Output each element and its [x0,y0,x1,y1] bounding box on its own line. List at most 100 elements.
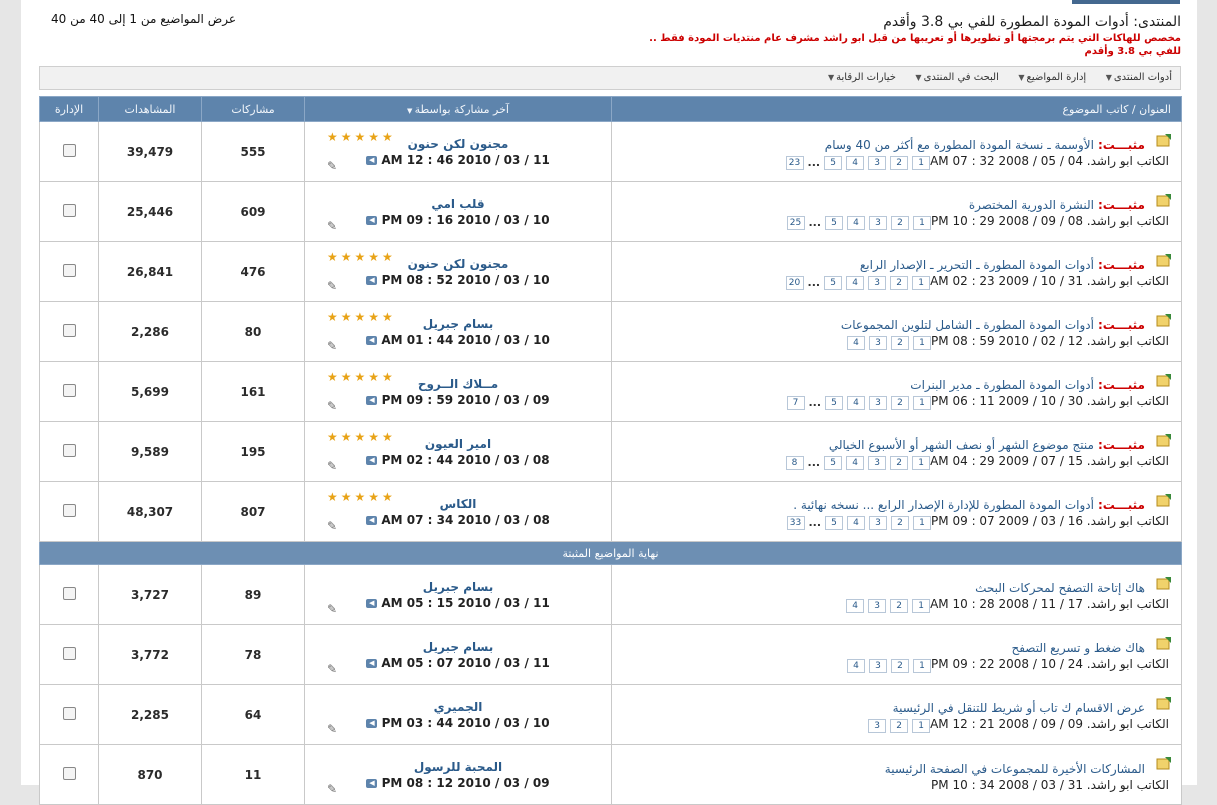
page-link[interactable]: 20 [785,275,804,290]
page-link[interactable]: 3 [869,215,888,230]
page-link[interactable]: 2 [890,455,909,470]
page-link[interactable]: 1 [912,718,931,733]
thread-title-link[interactable]: المشاركات الأخيرة للمجموعات في الصفحة ال… [885,762,1145,776]
page-link[interactable]: 4 [847,658,866,673]
page-link[interactable]: 3 [869,335,888,350]
page-link[interactable]: 3 [869,515,888,530]
page-link[interactable]: 4 [847,335,866,350]
thread-management-menu[interactable]: إدارة المواضيع▼ [1010,72,1094,83]
select-checkbox[interactable] [62,503,76,517]
last-post-cell: ★★★★★ ✎ بسام جبريل 10 / 03 / 2010 44 : 0… [304,301,612,362]
page-link[interactable]: 5 [825,215,844,230]
page-link[interactable]: 8 [785,455,804,470]
col-title-header[interactable]: العنوان / كاتب الموضوع [611,96,1182,122]
goto-last-post-icon[interactable]: ◀ [366,395,378,405]
page-link[interactable]: 5 [825,395,844,410]
thread-title-link[interactable]: أدوات المودة المطورة ـ الشامل لتلوين الم… [841,318,1094,332]
goto-last-post-icon[interactable]: ◀ [366,335,378,345]
page-link[interactable]: 3 [868,275,887,290]
thread-title-link[interactable]: هاك ضغط و تسريع التصفح [1011,641,1145,655]
thread-title-link[interactable]: أدوات المودة المطورة للإدارة الإصدار الر… [793,498,1094,512]
select-checkbox[interactable] [62,766,76,780]
page-link[interactable]: 3 [868,718,887,733]
col-last-post-header[interactable]: آخر مشاركة بواسطة ▼ [304,96,612,122]
select-checkbox[interactable] [62,646,76,660]
page-link[interactable]: 1 [913,215,932,230]
page-link[interactable]: 2 [891,215,910,230]
last-poster-link[interactable]: قلب امي [306,197,610,211]
page-link[interactable]: 7 [786,395,805,410]
page-link[interactable]: 23 [785,155,804,170]
goto-last-post-icon[interactable]: ◀ [366,658,378,668]
last-poster-link[interactable]: بسام جبريل [306,580,610,594]
page-link[interactable]: 3 [869,395,888,410]
page-link[interactable]: 5 [824,155,843,170]
page-link[interactable]: 4 [847,395,866,410]
thread-title-link[interactable]: عرض الاقسام ك تاب أو شريط للتنقل في الرئ… [893,701,1145,715]
page-link[interactable]: 4 [846,455,865,470]
page-link[interactable]: 25 [786,215,805,230]
goto-last-post-icon[interactable]: ◀ [366,455,378,465]
page-link[interactable]: 1 [912,598,931,613]
page-link[interactable]: 2 [890,275,909,290]
goto-last-post-icon[interactable]: ◀ [366,515,378,525]
goto-last-post-icon[interactable]: ◀ [366,215,378,225]
last-poster-link[interactable]: بسام جبريل [306,640,610,654]
thread-title-link[interactable]: النشرة الدورية المختصرة [969,198,1094,212]
page-link[interactable]: 4 [847,215,866,230]
page-link[interactable]: 4 [846,598,865,613]
thread-title-link[interactable]: أدوات المودة المطورة ـ التحرير ـ الإصدار… [860,258,1094,272]
page-link[interactable]: 2 [891,515,910,530]
select-checkbox[interactable] [62,586,76,600]
select-checkbox[interactable] [62,263,76,277]
page-link[interactable]: 2 [890,155,909,170]
last-poster-link[interactable]: المحبة للرسول [306,760,610,774]
goto-last-post-icon[interactable]: ◀ [366,155,378,165]
col-views-header[interactable]: المشاهدات [98,96,202,122]
thread-title-link[interactable]: منتج موضوع الشهر أو نصف الشهر أو الأسبوع… [829,438,1094,452]
page-link[interactable]: 2 [891,335,910,350]
page-link[interactable]: 2 [890,718,909,733]
select-checkbox[interactable] [62,443,76,457]
page-link[interactable]: 1 [913,335,932,350]
page-link[interactable]: 4 [847,515,866,530]
page-link[interactable]: 4 [846,275,865,290]
page-link[interactable]: 5 [824,275,843,290]
page-link[interactable]: 2 [891,395,910,410]
page-link[interactable]: 3 [869,658,888,673]
last-poster-link[interactable]: الجميري [306,700,610,714]
page-link[interactable]: 33 [786,515,805,530]
page-link[interactable]: 5 [824,455,843,470]
thread-title-link[interactable]: الأوسمة ـ نسخة المودة المطورة مع أكثر من… [825,138,1094,152]
page-link[interactable]: 1 [912,455,931,470]
col-replies-header[interactable]: مشاركات [201,96,305,122]
select-checkbox[interactable] [62,706,76,720]
select-checkbox[interactable] [62,323,76,337]
page-link[interactable]: 2 [890,598,909,613]
forum-tools-menu[interactable]: أدوات المنتدى▼ [1098,72,1180,83]
page-link[interactable]: 4 [846,155,865,170]
page-link[interactable]: 1 [912,155,931,170]
thread-title-cell: مثبـــت: أدوات المودة المطورة ـ الشامل لت… [611,301,1182,362]
page-link[interactable]: 3 [868,598,887,613]
page-link[interactable]: 1 [913,395,932,410]
thread-title-link[interactable]: أدوات المودة المطورة ـ مدير البنرات [910,378,1094,392]
thread-title-link[interactable]: هاك إتاحة التصفح لمحركات البحث [975,581,1145,595]
page-link[interactable]: 1 [913,658,932,673]
forum-search-menu[interactable]: البحث في المنتدى▼ [907,72,1006,83]
page-link[interactable]: 5 [825,515,844,530]
goto-last-post-icon[interactable]: ◀ [366,778,378,788]
goto-last-post-icon[interactable]: ◀ [366,598,378,608]
page-link[interactable]: 3 [868,155,887,170]
goto-last-post-icon[interactable]: ◀ [366,718,378,728]
moderation-options-menu[interactable]: خيارات الرقابة▼ [820,72,904,83]
select-checkbox[interactable] [62,203,76,217]
last-post-date: 08 / 03 / 2010 44 : 02 PM [381,452,550,467]
page-link[interactable]: 1 [913,515,932,530]
page-link[interactable]: 1 [912,275,931,290]
goto-last-post-icon[interactable]: ◀ [366,275,378,285]
page-link[interactable]: 2 [891,658,910,673]
page-link[interactable]: 3 [868,455,887,470]
select-checkbox[interactable] [62,143,76,157]
select-checkbox[interactable] [62,383,76,397]
